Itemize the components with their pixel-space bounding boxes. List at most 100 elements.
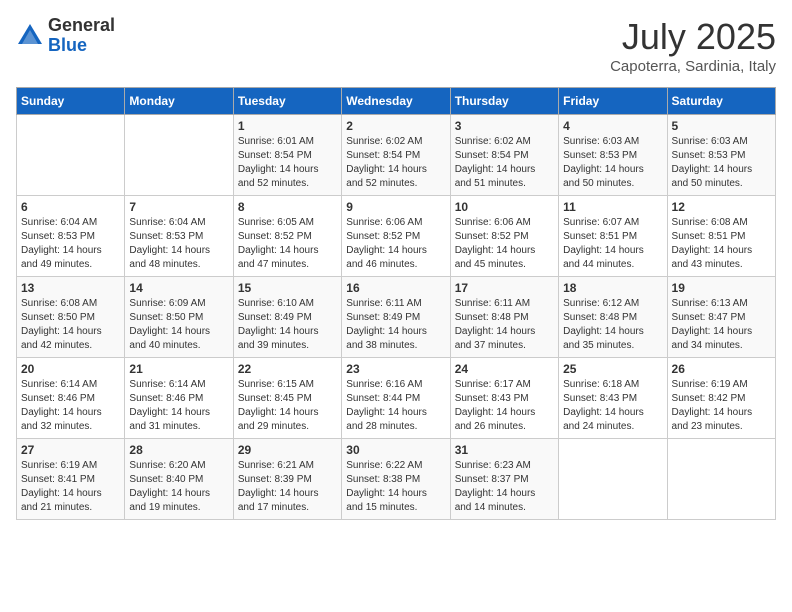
day-number: 14	[129, 281, 228, 295]
sunset-time: Sunset: 8:54 PM	[238, 150, 312, 161]
cell-info: Sunrise: 6:12 AM Sunset: 8:48 PM Dayligh…	[563, 297, 662, 353]
cell-info: Sunrise: 6:13 AM Sunset: 8:47 PM Dayligh…	[672, 297, 771, 353]
sunrise-time: Sunrise: 6:01 AM	[238, 136, 314, 147]
table-row: 30 Sunrise: 6:22 AM Sunset: 8:38 PM Dayl…	[342, 439, 450, 520]
table-row: 13 Sunrise: 6:08 AM Sunset: 8:50 PM Dayl…	[17, 277, 125, 358]
sunset-time: Sunset: 8:39 PM	[238, 474, 312, 485]
cell-info: Sunrise: 6:15 AM Sunset: 8:45 PM Dayligh…	[238, 378, 337, 434]
sunset-time: Sunset: 8:51 PM	[672, 231, 746, 242]
day-number: 5	[672, 119, 771, 133]
cell-info: Sunrise: 6:17 AM Sunset: 8:43 PM Dayligh…	[455, 378, 554, 434]
sunset-time: Sunset: 8:43 PM	[563, 393, 637, 404]
cell-info: Sunrise: 6:08 AM Sunset: 8:50 PM Dayligh…	[21, 297, 120, 353]
sunrise-time: Sunrise: 6:07 AM	[563, 217, 639, 228]
table-row: 14 Sunrise: 6:09 AM Sunset: 8:50 PM Dayl…	[125, 277, 233, 358]
cell-info: Sunrise: 6:04 AM Sunset: 8:53 PM Dayligh…	[21, 216, 120, 272]
day-number: 31	[455, 443, 554, 457]
daylight-hours: Daylight: 14 hours and 44 minutes.	[563, 245, 644, 270]
header-thursday: Thursday	[450, 88, 558, 115]
daylight-hours: Daylight: 14 hours and 50 minutes.	[672, 164, 753, 189]
sunrise-time: Sunrise: 6:14 AM	[129, 379, 205, 390]
table-row: 27 Sunrise: 6:19 AM Sunset: 8:41 PM Dayl…	[17, 439, 125, 520]
daylight-hours: Daylight: 14 hours and 23 minutes.	[672, 407, 753, 432]
cell-info: Sunrise: 6:14 AM Sunset: 8:46 PM Dayligh…	[129, 378, 228, 434]
day-number: 22	[238, 362, 337, 376]
cell-info: Sunrise: 6:16 AM Sunset: 8:44 PM Dayligh…	[346, 378, 445, 434]
daylight-hours: Daylight: 14 hours and 39 minutes.	[238, 326, 319, 351]
daylight-hours: Daylight: 14 hours and 24 minutes.	[563, 407, 644, 432]
sunset-time: Sunset: 8:53 PM	[672, 150, 746, 161]
sunrise-time: Sunrise: 6:05 AM	[238, 217, 314, 228]
table-row: 28 Sunrise: 6:20 AM Sunset: 8:40 PM Dayl…	[125, 439, 233, 520]
day-number: 17	[455, 281, 554, 295]
daylight-hours: Daylight: 14 hours and 26 minutes.	[455, 407, 536, 432]
table-row: 23 Sunrise: 6:16 AM Sunset: 8:44 PM Dayl…	[342, 358, 450, 439]
day-number: 1	[238, 119, 337, 133]
day-number: 9	[346, 200, 445, 214]
daylight-hours: Daylight: 14 hours and 28 minutes.	[346, 407, 427, 432]
table-row: 24 Sunrise: 6:17 AM Sunset: 8:43 PM Dayl…	[450, 358, 558, 439]
sunset-time: Sunset: 8:46 PM	[21, 393, 95, 404]
sunrise-time: Sunrise: 6:12 AM	[563, 298, 639, 309]
cell-info: Sunrise: 6:19 AM Sunset: 8:41 PM Dayligh…	[21, 459, 120, 515]
table-row: 22 Sunrise: 6:15 AM Sunset: 8:45 PM Dayl…	[233, 358, 341, 439]
sunrise-time: Sunrise: 6:02 AM	[455, 136, 531, 147]
table-row: 5 Sunrise: 6:03 AM Sunset: 8:53 PM Dayli…	[667, 115, 775, 196]
daylight-hours: Daylight: 14 hours and 48 minutes.	[129, 245, 210, 270]
logo: General Blue	[16, 16, 115, 56]
sunset-time: Sunset: 8:52 PM	[238, 231, 312, 242]
sunset-time: Sunset: 8:37 PM	[455, 474, 529, 485]
sunset-time: Sunset: 8:50 PM	[129, 312, 203, 323]
page-header: General Blue July 2025 Capoterra, Sardin…	[16, 16, 776, 75]
day-number: 29	[238, 443, 337, 457]
table-row	[559, 439, 667, 520]
day-number: 12	[672, 200, 771, 214]
sunrise-time: Sunrise: 6:22 AM	[346, 460, 422, 471]
cell-info: Sunrise: 6:02 AM Sunset: 8:54 PM Dayligh…	[346, 135, 445, 191]
sunrise-time: Sunrise: 6:03 AM	[563, 136, 639, 147]
table-row: 31 Sunrise: 6:23 AM Sunset: 8:37 PM Dayl…	[450, 439, 558, 520]
header-monday: Monday	[125, 88, 233, 115]
sunrise-time: Sunrise: 6:04 AM	[21, 217, 97, 228]
sunset-time: Sunset: 8:43 PM	[455, 393, 529, 404]
table-row: 15 Sunrise: 6:10 AM Sunset: 8:49 PM Dayl…	[233, 277, 341, 358]
sunrise-time: Sunrise: 6:17 AM	[455, 379, 531, 390]
daylight-hours: Daylight: 14 hours and 21 minutes.	[21, 488, 102, 513]
daylight-hours: Daylight: 14 hours and 52 minutes.	[346, 164, 427, 189]
cell-info: Sunrise: 6:21 AM Sunset: 8:39 PM Dayligh…	[238, 459, 337, 515]
sunrise-time: Sunrise: 6:09 AM	[129, 298, 205, 309]
logo-blue: Blue	[48, 36, 115, 56]
daylight-hours: Daylight: 14 hours and 40 minutes.	[129, 326, 210, 351]
sunrise-time: Sunrise: 6:06 AM	[346, 217, 422, 228]
logo-text: General Blue	[48, 16, 115, 56]
sunset-time: Sunset: 8:44 PM	[346, 393, 420, 404]
daylight-hours: Daylight: 14 hours and 50 minutes.	[563, 164, 644, 189]
cell-info: Sunrise: 6:11 AM Sunset: 8:48 PM Dayligh…	[455, 297, 554, 353]
table-row: 19 Sunrise: 6:13 AM Sunset: 8:47 PM Dayl…	[667, 277, 775, 358]
table-row: 4 Sunrise: 6:03 AM Sunset: 8:53 PM Dayli…	[559, 115, 667, 196]
sunrise-time: Sunrise: 6:19 AM	[21, 460, 97, 471]
sunrise-time: Sunrise: 6:11 AM	[455, 298, 530, 309]
cell-info: Sunrise: 6:02 AM Sunset: 8:54 PM Dayligh…	[455, 135, 554, 191]
day-number: 7	[129, 200, 228, 214]
sunrise-time: Sunrise: 6:10 AM	[238, 298, 314, 309]
daylight-hours: Daylight: 14 hours and 32 minutes.	[21, 407, 102, 432]
table-row: 25 Sunrise: 6:18 AM Sunset: 8:43 PM Dayl…	[559, 358, 667, 439]
cell-info: Sunrise: 6:14 AM Sunset: 8:46 PM Dayligh…	[21, 378, 120, 434]
daylight-hours: Daylight: 14 hours and 14 minutes.	[455, 488, 536, 513]
day-number: 19	[672, 281, 771, 295]
sunset-time: Sunset: 8:53 PM	[129, 231, 203, 242]
sunset-time: Sunset: 8:52 PM	[455, 231, 529, 242]
day-number: 4	[563, 119, 662, 133]
sunset-time: Sunset: 8:54 PM	[346, 150, 420, 161]
daylight-hours: Daylight: 14 hours and 51 minutes.	[455, 164, 536, 189]
sunset-time: Sunset: 8:54 PM	[455, 150, 529, 161]
table-row	[125, 115, 233, 196]
table-row: 18 Sunrise: 6:12 AM Sunset: 8:48 PM Dayl…	[559, 277, 667, 358]
daylight-hours: Daylight: 14 hours and 34 minutes.	[672, 326, 753, 351]
daylight-hours: Daylight: 14 hours and 31 minutes.	[129, 407, 210, 432]
table-row: 29 Sunrise: 6:21 AM Sunset: 8:39 PM Dayl…	[233, 439, 341, 520]
sunset-time: Sunset: 8:51 PM	[563, 231, 637, 242]
sunrise-time: Sunrise: 6:02 AM	[346, 136, 422, 147]
day-number: 21	[129, 362, 228, 376]
